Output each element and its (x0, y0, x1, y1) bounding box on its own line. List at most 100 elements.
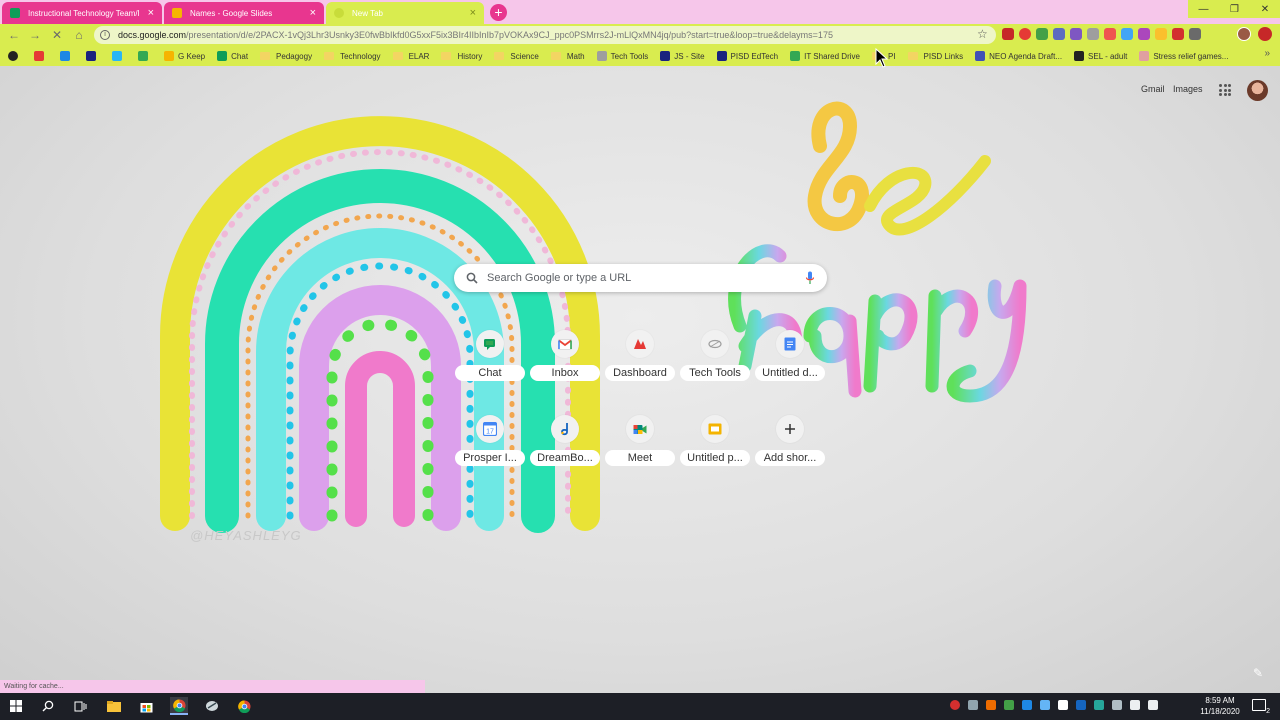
extension-icon[interactable] (1087, 28, 1099, 40)
tray-icon[interactable] (968, 700, 978, 710)
bookmark-js-site[interactable]: JS - Site (660, 51, 705, 61)
task-view-icon[interactable] (71, 697, 89, 715)
calendar-icon: 17 (483, 422, 497, 436)
search-icon[interactable] (39, 697, 57, 715)
tab-instructional-technology[interactable]: Instructional Technology Team/I × (2, 2, 162, 24)
bookmark-app-icon[interactable] (138, 51, 152, 61)
bookmark-pedagogy[interactable]: Pedagogy (260, 51, 312, 61)
shortcut-untitled-presentation[interactable]: Untitled p... (680, 415, 750, 475)
docs-icon (784, 337, 796, 351)
home-icon[interactable]: ⌂ (71, 27, 87, 43)
close-window-button[interactable]: ✕ (1250, 0, 1280, 18)
tray-icon[interactable] (1094, 700, 1104, 710)
notifications-icon[interactable]: 2 (1252, 699, 1270, 715)
extension-icon[interactable] (1053, 28, 1065, 40)
search-box[interactable]: Search Google or type a URL (454, 264, 827, 292)
screencastify-icon[interactable] (1019, 28, 1031, 40)
tray-icon[interactable] (1112, 700, 1122, 710)
restore-button[interactable]: ❐ (1219, 0, 1250, 18)
gmail-link[interactable]: Gmail (1141, 84, 1165, 94)
bookmark-elar[interactable]: ELAR (392, 51, 429, 61)
forward-icon[interactable]: → (27, 27, 43, 43)
shortcut-inbox[interactable]: Inbox (530, 330, 600, 390)
extension-icon[interactable] (1036, 28, 1048, 40)
minimize-button[interactable]: — (1188, 0, 1219, 18)
bookmark-app-icon[interactable] (34, 51, 48, 61)
bookmark-math[interactable]: Math (550, 51, 585, 61)
app-taskbar-icon[interactable] (203, 697, 221, 715)
folder-icon (494, 52, 505, 60)
windows-taskbar: 8:59 AM 11/18/2020 2 (0, 693, 1280, 720)
chrome-taskbar-icon[interactable] (170, 697, 188, 715)
clock[interactable]: 8:59 AM 11/18/2020 (1198, 695, 1242, 717)
tab-new-tab[interactable]: New Tab × (326, 2, 484, 24)
close-icon[interactable]: × (148, 7, 154, 19)
windows-start-icon[interactable] (7, 697, 25, 715)
extensions-bar (1002, 28, 1201, 40)
extension-icon[interactable] (1172, 28, 1184, 40)
update-menu-icon[interactable] (1258, 27, 1272, 41)
bookmark-technology[interactable]: Technology (324, 51, 381, 61)
adblock-icon[interactable] (1002, 28, 1014, 40)
mic-extension-icon[interactable] (1104, 28, 1116, 40)
bookmark-tech-tools[interactable]: Tech Tools (596, 51, 648, 61)
bookmark-label: PISD Links (923, 51, 964, 61)
volume-icon[interactable] (1148, 700, 1158, 710)
bookmark-science[interactable]: Science (494, 51, 539, 61)
bookmark-app-icon[interactable] (60, 51, 74, 61)
images-link[interactable]: Images (1173, 84, 1203, 94)
bookmark-chat[interactable]: Chat (217, 51, 248, 61)
back-icon[interactable]: ← (6, 27, 22, 43)
shortcut-label: Prosper I... (455, 450, 525, 466)
bookmark-history[interactable]: History (441, 51, 482, 61)
bookmarks-overflow-icon[interactable]: » (1264, 48, 1270, 59)
site-info-icon[interactable]: i (100, 30, 110, 40)
bookmark-app-icon[interactable] (112, 51, 126, 61)
google-apps-icon[interactable] (1219, 84, 1231, 96)
store-icon[interactable] (137, 697, 155, 715)
tray-icon[interactable] (950, 700, 960, 710)
bookmark-stress-relief-games[interactable]: Stress relief games... (1139, 51, 1228, 61)
chrome-taskbar-icon[interactable] (235, 697, 253, 715)
puzzle-icon[interactable] (1189, 28, 1201, 40)
shortcut-tech-tools[interactable]: Tech Tools (680, 330, 750, 390)
bookmark-pisd-edtech[interactable]: PISD EdTech (716, 51, 778, 61)
bookmark-star-icon[interactable]: ☆ (977, 27, 988, 41)
shortcut-chat[interactable]: Chat (455, 330, 525, 390)
bookmark-sel-adult[interactable]: SEL - adult (1074, 51, 1127, 61)
bookmark-app-icon[interactable] (86, 51, 100, 61)
extension-icon[interactable] (1121, 28, 1133, 40)
shortcut-dashboard[interactable]: Dashboard (605, 330, 675, 390)
tab-names-slides[interactable]: Names - Google Slides × (164, 2, 324, 24)
customize-pencil-icon[interactable]: ✎ (1253, 666, 1263, 680)
tray-icon[interactable] (1004, 700, 1014, 710)
voice-search-icon[interactable] (805, 271, 815, 285)
wifi-icon[interactable] (1130, 700, 1140, 710)
file-explorer-icon[interactable] (105, 697, 123, 715)
account-avatar[interactable] (1247, 80, 1268, 101)
profile-avatar[interactable] (1237, 27, 1251, 41)
bookmark-app-icon[interactable] (8, 51, 22, 61)
bookmark-pisd-links[interactable]: PISD Links (907, 51, 964, 61)
extension-icon[interactable] (1155, 28, 1167, 40)
bookmark-g-keep[interactable]: G Keep (164, 51, 205, 61)
bluetooth-icon[interactable] (1076, 700, 1086, 710)
tray-icon[interactable] (986, 700, 996, 710)
new-tab-button[interactable]: + (490, 4, 507, 21)
stop-loading-icon[interactable]: ✕ (49, 27, 65, 43)
shortcut-add[interactable]: Add shor... (755, 415, 825, 475)
close-icon[interactable]: × (470, 7, 476, 19)
extension-icon[interactable] (1138, 28, 1150, 40)
shortcut-meet[interactable]: Meet (605, 415, 675, 475)
address-bar[interactable]: i docs.google.com /presentation/d/e/2PAC… (94, 26, 996, 44)
tray-icon[interactable] (1022, 700, 1032, 710)
shortcut-prosper[interactable]: 17 Prosper I... (455, 415, 525, 475)
shortcut-untitled-doc[interactable]: Untitled d... (755, 330, 825, 390)
shortcut-dreambox[interactable]: DreamBo... (530, 415, 600, 475)
tray-icon[interactable] (1040, 700, 1050, 710)
tray-icon[interactable] (1058, 700, 1068, 710)
bookmark-it-shared-drive[interactable]: IT Shared Drive (790, 51, 860, 61)
close-icon[interactable]: × (310, 7, 316, 19)
extension-icon[interactable] (1070, 28, 1082, 40)
bookmark-neo-agenda-draft[interactable]: NEO Agenda Draft... (975, 51, 1062, 61)
